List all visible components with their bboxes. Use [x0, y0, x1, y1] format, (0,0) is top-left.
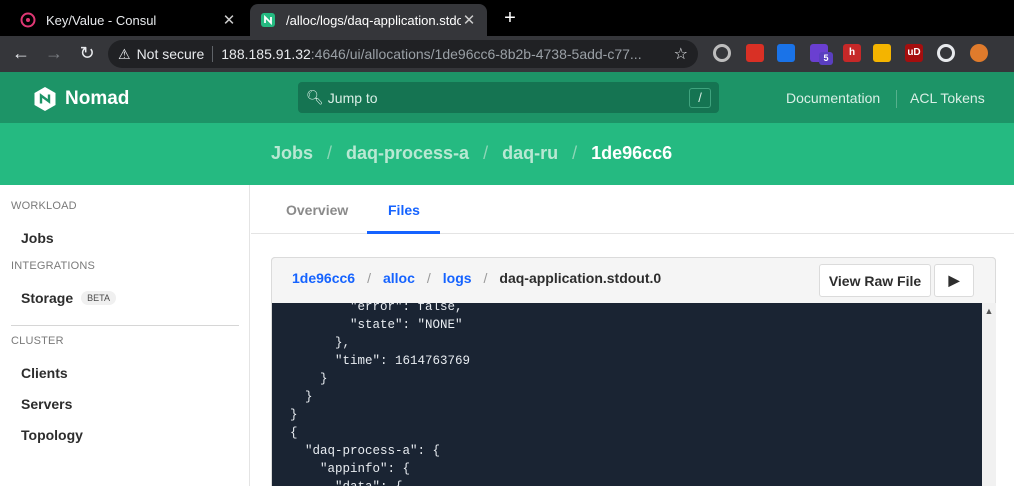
h-extension-icon[interactable]: h — [843, 44, 861, 62]
tab-title: Key/Value - Consul — [46, 12, 157, 28]
breadcrumb-separator: / — [572, 143, 578, 163]
sidebar-heading-integrations: INTEGRATIONS — [11, 260, 96, 272]
path-separator: / — [483, 270, 488, 286]
view-raw-file-button[interactable]: View Raw File — [819, 264, 931, 297]
security-label: Not secure — [136, 46, 205, 62]
url-host: 188.185.91.32 — [221, 46, 311, 62]
bookmark-star-icon[interactable]: ☆ — [674, 44, 688, 64]
documentation-link[interactable]: Documentation — [786, 90, 880, 106]
puzzle-extension-icon[interactable] — [937, 44, 955, 62]
tab-overview[interactable]: Overview — [286, 202, 348, 218]
tab-close-icon[interactable]: ✕ — [461, 11, 477, 29]
sidebar-item-clients[interactable]: Clients — [21, 365, 68, 381]
vertical-scrollbar[interactable] — [982, 303, 996, 486]
gear-extension-icon[interactable] — [713, 44, 731, 62]
path-allocation-link[interactable]: 1de96cc6 — [292, 270, 355, 286]
path-alloc-link[interactable]: alloc — [383, 270, 415, 286]
address-divider — [212, 46, 214, 62]
sidebar-item-jobs[interactable]: Jobs — [21, 230, 54, 246]
new-tab-button[interactable]: + — [499, 6, 521, 30]
search-icon: 🔍︎ — [306, 89, 324, 105]
blue-extension-icon[interactable] — [777, 44, 795, 62]
hex-extension-icon[interactable] — [873, 44, 891, 62]
jump-to-search[interactable]: 🔍︎ Jump to / — [298, 82, 719, 113]
tab-files[interactable]: Files — [388, 202, 420, 218]
ublock-extension-icon[interactable]: uD — [905, 44, 923, 62]
forward-button[interactable]: → — [42, 41, 66, 65]
file-content-text: "error": false, "state": "NONE" }, "time… — [290, 303, 471, 486]
consul-favicon-icon — [20, 12, 36, 28]
nomad-logo-icon — [34, 87, 56, 111]
beta-badge: BETA — [81, 291, 116, 305]
reload-button[interactable]: ↻ — [75, 41, 99, 65]
red-dots-extension-icon[interactable] — [746, 44, 764, 62]
breadcrumb-task-group[interactable]: daq-ru — [502, 143, 558, 164]
sidebar-heading-cluster: CLUSTER — [11, 335, 64, 347]
breadcrumb-separator: / — [483, 143, 489, 163]
file-content-viewer[interactable]: "error": false, "state": "NONE" }, "time… — [272, 303, 982, 486]
scroll-up-arrow-icon[interactable]: ▲ — [982, 305, 996, 317]
search-placeholder: Jump to — [327, 89, 378, 106]
purple-badge-extension-icon[interactable]: 5 — [810, 44, 833, 65]
acl-tokens-link[interactable]: ACL Tokens — [910, 90, 985, 106]
brand-name: Nomad — [65, 88, 130, 109]
nomad-logo[interactable]: Nomad — [33, 86, 129, 112]
breadcrumb-job[interactable]: daq-process-a — [346, 143, 469, 164]
sidebar-item-servers[interactable]: Servers — [21, 396, 72, 412]
address-bar[interactable]: ⚠ Not secure 188.185.91.32:4646/ui/alloc… — [108, 40, 698, 68]
sidebar-item-topology[interactable]: Topology — [21, 427, 83, 443]
breadcrumb-allocation: 1de96cc6 — [591, 143, 673, 163]
tab-close-icon[interactable]: ✕ — [221, 11, 237, 29]
path-separator: / — [426, 270, 431, 286]
path-logs-link[interactable]: logs — [443, 270, 472, 286]
breadcrumb-jobs[interactable]: Jobs — [271, 143, 313, 164]
fox-avatar-icon[interactable] — [970, 44, 988, 62]
sidebar-heading-workload: WORKLOAD — [11, 200, 77, 212]
play-stream-button[interactable]: ▶ — [934, 264, 974, 297]
tab-title: /alloc/logs/daq-application.stdout.0 — [286, 12, 461, 28]
allocation-subnav — [251, 185, 1014, 234]
sidebar-item-storage[interactable]: Storage BETA — [21, 290, 116, 306]
search-shortcut-key: / — [689, 87, 711, 108]
url-text: 188.185.91.32:4646/ui/allocations/1de96c… — [221, 46, 667, 62]
breadcrumb-separator: / — [327, 143, 333, 163]
browser-tab-consul[interactable]: Key/Value - Consul ✕ — [10, 4, 247, 36]
nomad-favicon-icon — [261, 13, 275, 27]
path-filename: daq-application.stdout.0 — [499, 270, 662, 286]
sidebar-divider — [11, 325, 239, 326]
warning-icon[interactable]: ⚠ — [118, 46, 131, 63]
sidebar-item-label: Storage — [21, 290, 74, 306]
back-button[interactable]: ← — [9, 41, 33, 65]
header-link-divider — [896, 90, 897, 108]
extension-badge: 5 — [819, 52, 833, 65]
file-path-breadcrumb: 1de96cc6 / alloc / logs / daq-applicatio… — [292, 270, 661, 286]
active-tab-indicator — [367, 231, 440, 234]
url-path: :4646/ui/allocations/1de96cc6-8b2b-4738-… — [310, 46, 642, 62]
path-separator: / — [367, 270, 371, 286]
breadcrumb: Jobs / daq-process-a / daq-ru / 1de96cc6 — [271, 143, 672, 164]
browser-tab-nomad-logs[interactable]: /alloc/logs/daq-application.stdout.0 ✕ — [250, 4, 487, 36]
